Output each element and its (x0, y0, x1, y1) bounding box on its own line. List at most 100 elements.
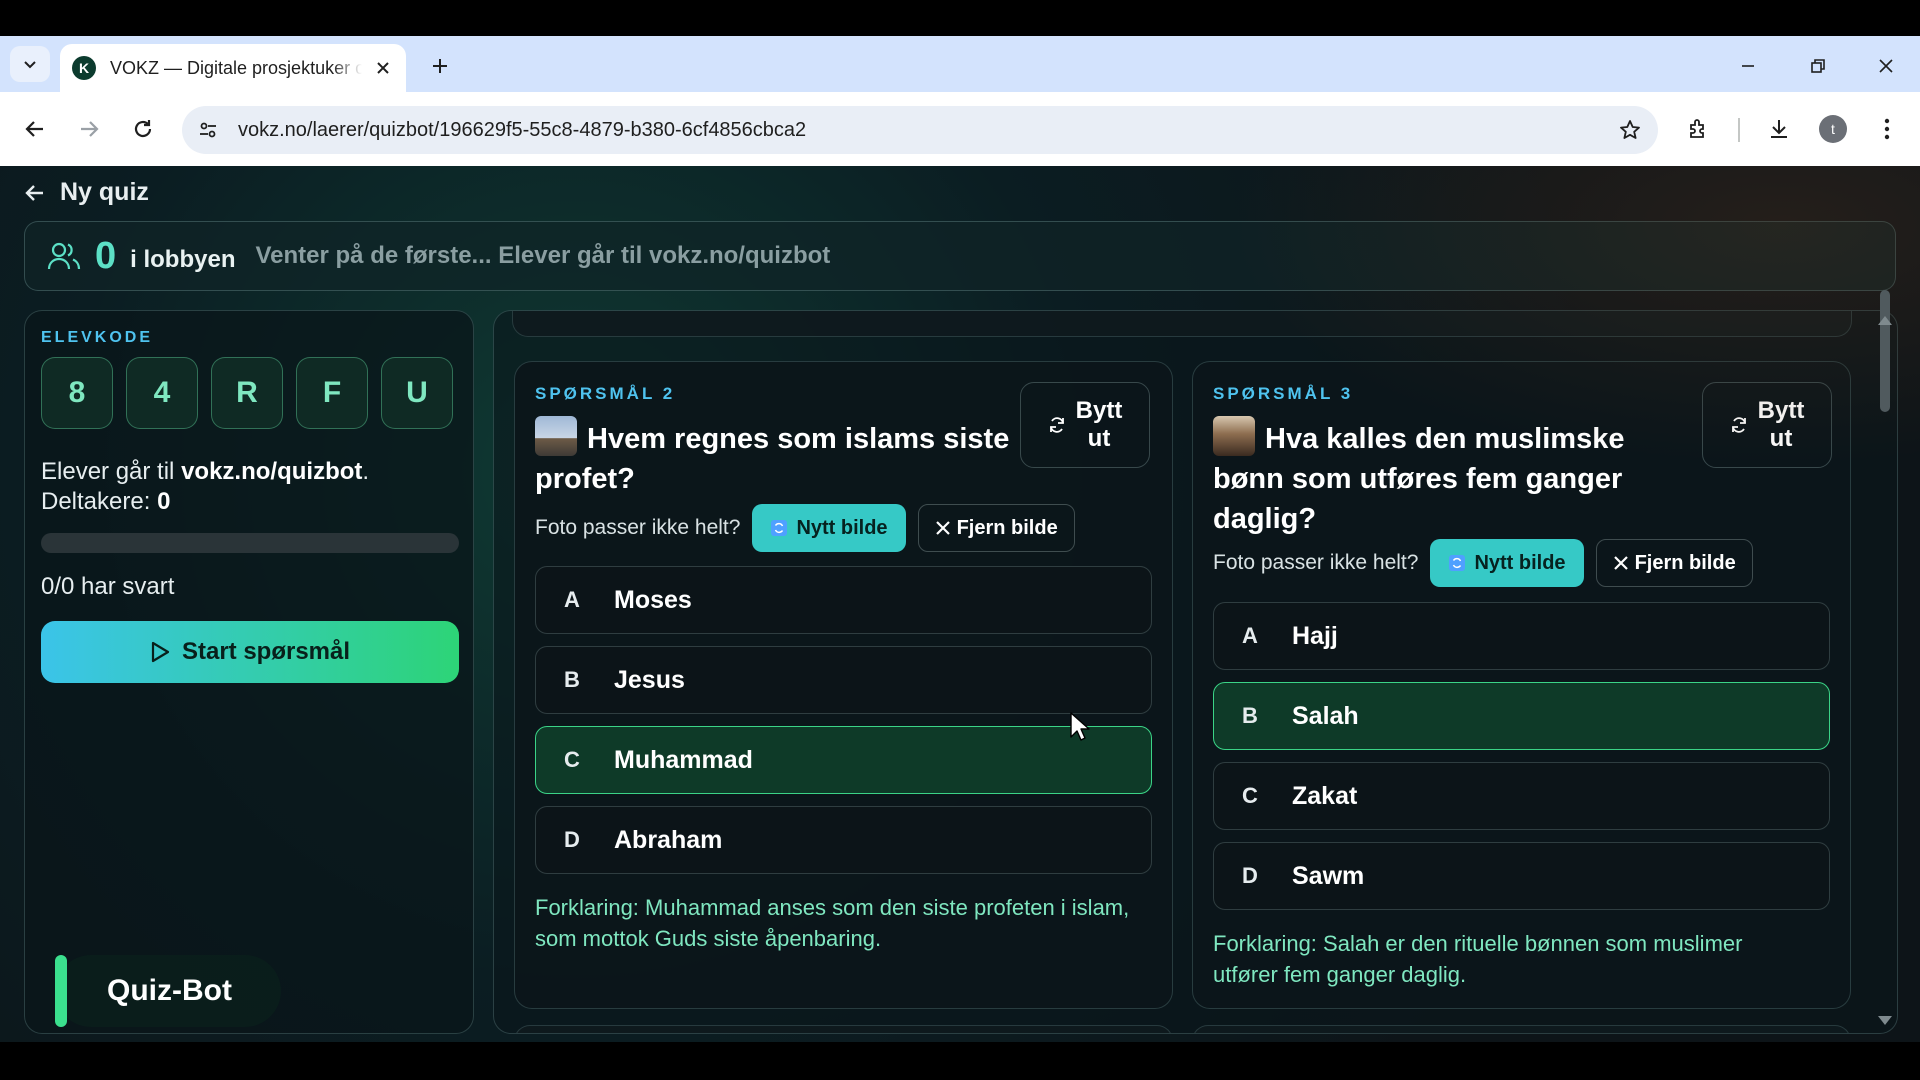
answer-text: Moses (614, 585, 692, 614)
new-tab-button[interactable] (424, 50, 456, 82)
swap-label-line1: Bytt (1757, 397, 1805, 424)
reload-icon (134, 120, 152, 138)
question-photo (1213, 416, 1255, 456)
swap-label: Bytt ut (1758, 397, 1805, 453)
remove-image-button[interactable]: Fjern bilde (1595, 539, 1753, 587)
answered-count: 0/0 har svart (41, 573, 175, 600)
answer-text: Zakat (1292, 781, 1358, 810)
vokz-favicon-icon: K (72, 56, 96, 80)
close-icon (1879, 59, 1893, 73)
photo-question: Foto passer ikke helt? (1213, 551, 1419, 574)
users-icon (47, 242, 81, 270)
answer-explanation: Forklaring: Muhammad anses som den siste… (535, 895, 1130, 951)
answer-option[interactable]: A Moses (535, 566, 1152, 634)
start-question-button[interactable]: Start spørsmål (41, 621, 459, 683)
start-question-label: Start spørsmål (181, 638, 351, 665)
answer-text: Salah (1292, 701, 1359, 730)
new-image-button[interactable]: Nytt bilde (1430, 539, 1584, 587)
brand-name: Quiz-Bot (107, 974, 232, 1007)
refresh-icon (1731, 417, 1746, 433)
scrollbar-track[interactable] (1868, 310, 1896, 1034)
back-nav[interactable]: Ny quiz (24, 178, 149, 207)
close-window-button[interactable] (1870, 50, 1902, 82)
participants-count: 0 (157, 488, 171, 515)
reload-button[interactable] (124, 110, 162, 148)
minimize-button[interactable] (1732, 50, 1764, 82)
download-icon (1771, 120, 1787, 138)
remove-image-button[interactable]: Fjern bilde (917, 504, 1075, 552)
next-question-card (514, 1025, 1173, 1033)
mouse-cursor-icon (1070, 712, 1090, 741)
swap-label-line2: ut (1087, 425, 1111, 452)
photo-actions: Foto passer ikke helt? Nytt bilde Fjern … (1213, 539, 1753, 587)
scroll-down-arrow[interactable] (1878, 1016, 1892, 1025)
remove-image-label: Fjern bilde (956, 516, 1058, 539)
answer-option[interactable]: D Abraham (535, 806, 1152, 874)
answer-text: Jesus (614, 665, 685, 694)
play-icon (151, 641, 170, 663)
answer-letter: B (564, 667, 580, 692)
swap-question-button[interactable]: Bytt ut (1702, 382, 1832, 468)
photo-actions: Foto passer ikke helt? Nytt bilde Fjern … (535, 504, 1075, 552)
lobby-count: 0 (95, 234, 117, 277)
browser-tab-active[interactable]: K VOKZ — Digitale prosjektuker og quiz (60, 44, 406, 92)
image-refresh-icon (1449, 555, 1466, 571)
avatar: t (1819, 115, 1847, 143)
browser-menu-button[interactable] (1868, 110, 1906, 148)
screen-bottom-edge (0, 1042, 1920, 1080)
bookmark-button[interactable] (1614, 114, 1646, 146)
answer-option[interactable]: C Zakat (1213, 762, 1830, 830)
question-text: Hvem regnes som islams siste profet? (535, 416, 1015, 499)
scroll-up-arrow[interactable] (1878, 316, 1892, 325)
site-info-button[interactable] (190, 112, 226, 148)
photo-question: Foto passer ikke helt? (535, 516, 741, 539)
tab-close-button[interactable] (372, 57, 394, 79)
question-text: Hva kalles den muslimske bønn som utføre… (1213, 416, 1663, 539)
close-icon (377, 62, 389, 74)
restore-button[interactable] (1802, 50, 1834, 82)
star-icon (1620, 120, 1640, 139)
answer-option[interactable]: D Sawm (1213, 842, 1830, 910)
answer-text: Abraham (614, 825, 723, 854)
answer-option-correct[interactable]: C Muhammad (535, 726, 1152, 794)
swap-question-button[interactable]: Bytt ut (1020, 382, 1150, 468)
lobby-message: Venter på de første... Elever går til vo… (255, 242, 831, 269)
forward-button[interactable] (70, 110, 108, 148)
new-image-button[interactable]: Nytt bilde (752, 504, 906, 552)
scrollbar-thumb[interactable] (1880, 290, 1890, 412)
extensions-button[interactable] (1680, 110, 1718, 148)
new-image-label: Nytt bilde (796, 516, 888, 539)
code-char: F (296, 357, 368, 429)
quiz-bot-brand: Quiz-Bot (55, 955, 281, 1027)
participants-label: Deltakere: (41, 488, 158, 515)
restore-icon (1811, 59, 1825, 73)
tab-search-button[interactable] (10, 46, 50, 82)
swap-label-line1: Bytt (1075, 397, 1123, 424)
join-info: Elever går til vokz.no/quizbot. Deltaker… (41, 457, 369, 517)
question-text-label: Hvem regnes som islams siste profet? (535, 423, 1010, 495)
question-list[interactable]: SPØRSMÅL 2 Hvem regnes som islams siste … (493, 310, 1898, 1034)
page-content: Ny quiz 0 i lobbyen Venter på de første.… (0, 166, 1920, 1042)
question-number: SPØRSMÅL 3 (1213, 384, 1354, 403)
answer-option-correct[interactable]: B Salah (1213, 682, 1830, 750)
address-bar[interactable]: vokz.no/laerer/quizbot/196629f5-55c8-487… (182, 106, 1658, 154)
puzzle-icon (1690, 119, 1704, 138)
instructions-suffix: . (362, 458, 370, 485)
arrow-right-icon (81, 121, 99, 137)
close-icon (935, 521, 950, 535)
arrow-left-icon[interactable] (24, 182, 46, 204)
instructions-prefix: Elever går til (41, 458, 182, 485)
downloads-button[interactable] (1760, 110, 1798, 148)
answer-option[interactable]: B Jesus (535, 646, 1152, 714)
browser-tabstrip: K VOKZ — Digitale prosjektuker og quiz (0, 36, 1920, 92)
back-button[interactable] (16, 110, 54, 148)
arrow-left-icon (25, 121, 43, 137)
question-card: SPØRSMÅL 2 Hvem regnes som islams siste … (514, 361, 1173, 1009)
profile-button[interactable]: t (1814, 110, 1852, 148)
code-char: U (381, 357, 453, 429)
student-code-panel: ELEVKODE 8 4 R F U Elever går til vokz.n… (24, 310, 474, 1034)
lobby-bar: 0 i lobbyen Venter på de første... Eleve… (24, 221, 1896, 291)
answer-letter: D (1242, 863, 1258, 888)
answer-explanation: Forklaring: Salah er den rituelle bønnen… (1213, 931, 1743, 987)
answer-option[interactable]: A Hajj (1213, 602, 1830, 670)
